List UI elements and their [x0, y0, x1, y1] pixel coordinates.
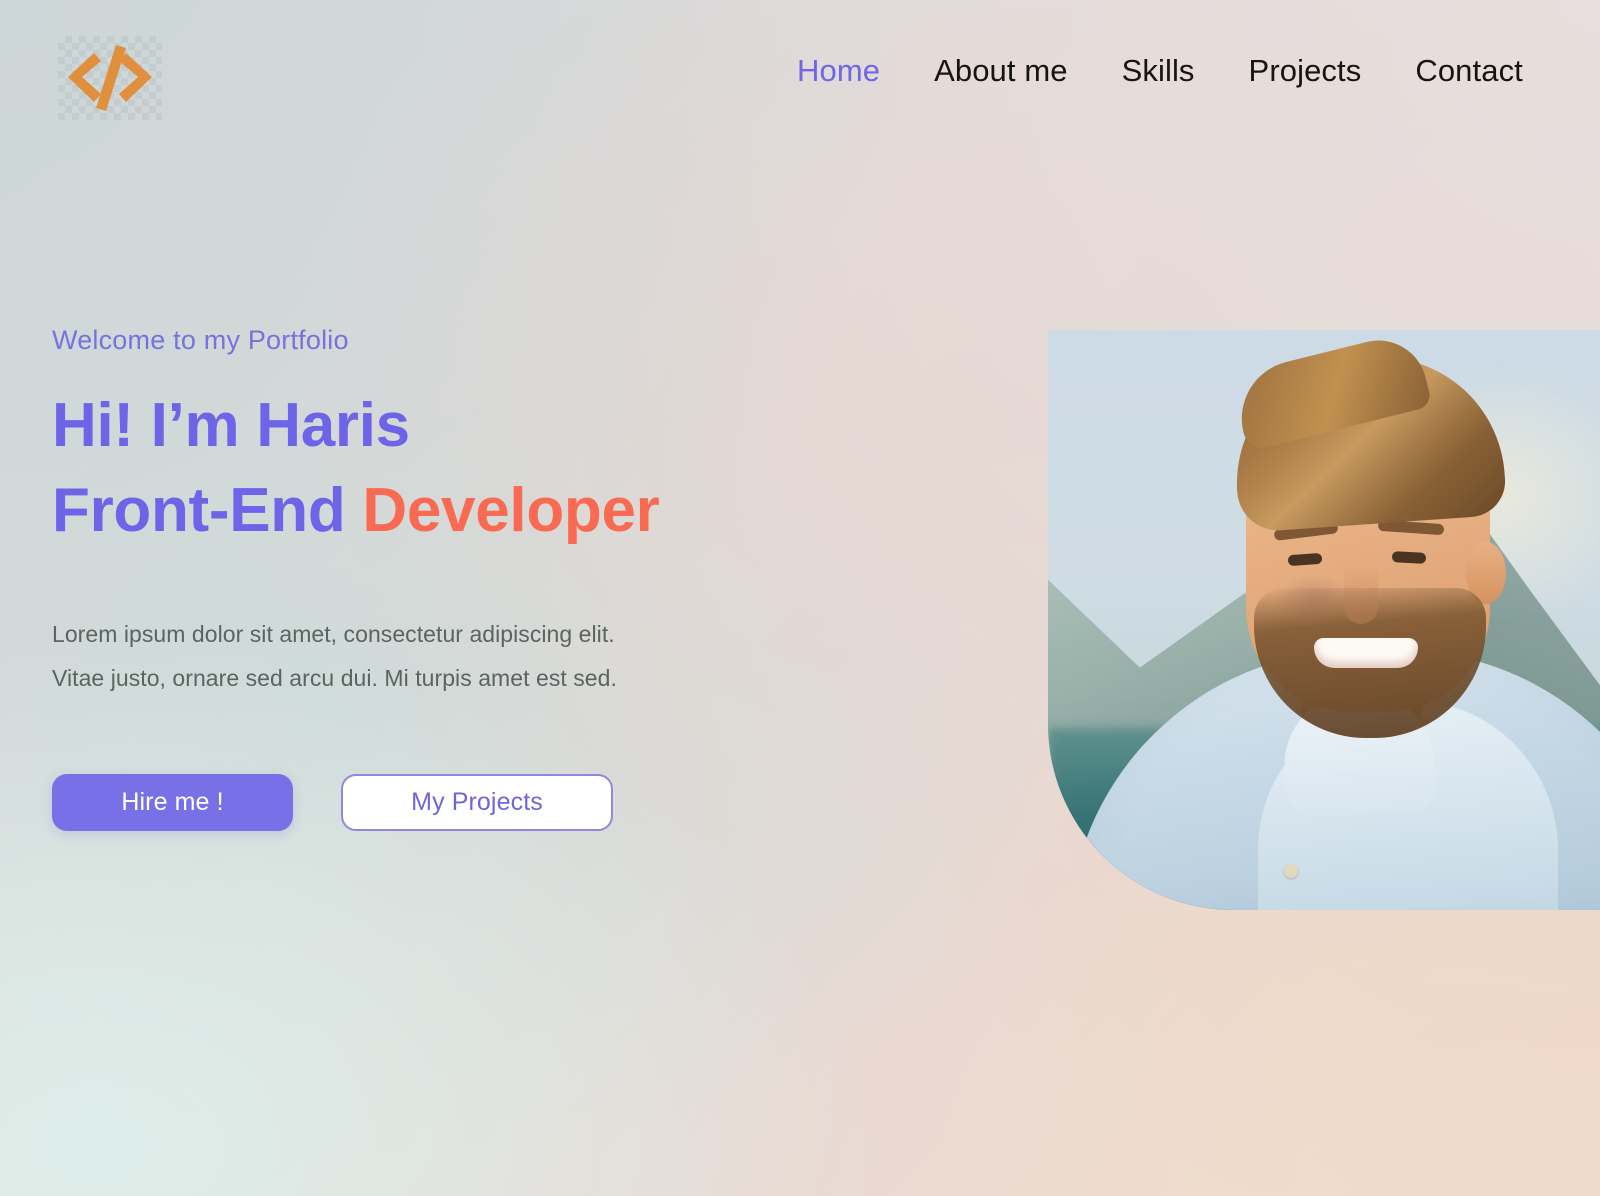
hero-headline-role-accent: Developer	[362, 475, 660, 545]
portrait-shirt-button-top	[1284, 864, 1298, 878]
nav-item-skills[interactable]: Skills	[1095, 52, 1222, 89]
hero-headline-line-1: Hi! I’m Haris	[52, 390, 410, 460]
nav-item-home[interactable]: Home	[770, 52, 907, 89]
hero-paragraph: Lorem ipsum dolor sit amet, consectetur …	[52, 612, 752, 700]
portfolio-landing-page: </> Home About me Skills Projects Contac…	[0, 0, 1600, 1196]
portrait-smile	[1314, 638, 1418, 668]
portrait-eye-left	[1287, 552, 1323, 567]
hero-headline: Hi! I’m Haris Front-End Developer	[52, 384, 812, 554]
hero-button-row: Hire me ! My Projects	[52, 773, 812, 831]
portrait-nose	[1344, 566, 1378, 624]
nav-item-projects[interactable]: Projects	[1222, 52, 1389, 89]
main-navigation[interactable]: Home About me Skills Projects Contact	[770, 52, 1550, 89]
portrait-eye-right	[1391, 551, 1427, 564]
hero-paragraph-line-1: Lorem ipsum dolor sit amet, consectetur …	[52, 620, 615, 647]
hero-paragraph-line-2: Vitae justo, ornare sed arcu dui. Mi tur…	[52, 664, 617, 691]
nav-item-contact[interactable]: Contact	[1388, 52, 1550, 89]
code-brackets-icon	[68, 45, 152, 111]
my-projects-button[interactable]: My Projects	[341, 773, 613, 831]
portrait-cheek-shadow	[1276, 574, 1352, 622]
hire-me-button[interactable]: Hire me !	[52, 773, 293, 831]
nav-item-about-me[interactable]: About me	[907, 52, 1095, 89]
site-header: </> Home About me Skills Projects Contac…	[0, 0, 1600, 156]
hero-portrait-photo: Smiling bearded man in light blue shirt …	[1048, 330, 1600, 910]
hero-headline-role-prefix: Front-End	[52, 475, 363, 545]
logo[interactable]: </>	[58, 36, 162, 120]
hero-content: Welcome to my Portfolio Hi! I’m Haris Fr…	[52, 324, 812, 831]
hero-headline-line-2: Front-End Developer	[52, 469, 812, 554]
hero-eyebrow: Welcome to my Portfolio	[52, 325, 349, 355]
